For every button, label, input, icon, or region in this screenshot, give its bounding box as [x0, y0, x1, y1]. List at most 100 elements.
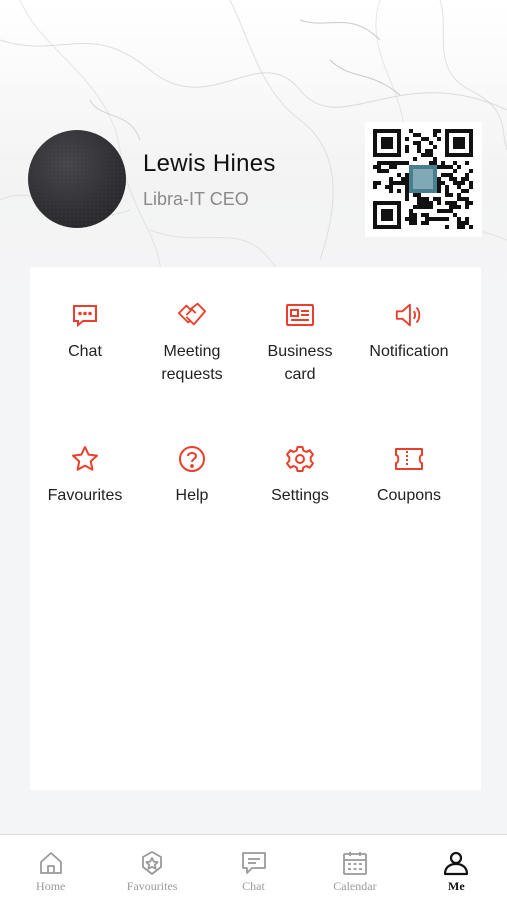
tab-calendar[interactable]: Calendar: [304, 835, 405, 900]
qr-module: [429, 161, 433, 165]
qr-module: [373, 181, 377, 185]
qr-module: [421, 201, 425, 205]
qr-module: [381, 161, 385, 165]
qr-module: [417, 197, 421, 201]
qr-module: [437, 217, 441, 221]
tab-home[interactable]: Home: [0, 835, 101, 900]
qr-module: [417, 141, 421, 145]
ticket-icon: [394, 444, 424, 474]
qr-module: [461, 177, 465, 181]
calendar-icon: [341, 849, 369, 877]
qr-module: [445, 193, 449, 197]
qr-module: [469, 201, 473, 205]
qr-module: [377, 165, 381, 169]
qr-module: [425, 221, 429, 225]
tab-favourites[interactable]: Favourites: [101, 835, 202, 900]
qr-module: [441, 181, 445, 185]
menu-item-settings[interactable]: Settings: [245, 444, 355, 507]
qr-module: [429, 217, 433, 221]
qr-module: [437, 165, 441, 169]
qr-module: [413, 221, 417, 225]
qr-module: [445, 209, 449, 213]
qr-module: [437, 181, 441, 185]
qr-module: [433, 217, 437, 221]
qr-module: [409, 209, 413, 213]
qr-module: [377, 169, 381, 173]
qr-module: [385, 161, 389, 165]
qr-module: [469, 181, 473, 185]
qr-module: [385, 185, 389, 189]
qr-module: [401, 161, 405, 165]
avatar[interactable]: [28, 130, 126, 228]
tab-chat[interactable]: Chat: [203, 835, 304, 900]
tab-label: Calendar: [333, 879, 377, 893]
qr-module: [449, 205, 453, 209]
qr-module: [373, 185, 377, 189]
qr-module: [433, 161, 437, 165]
tab-label: Home: [36, 879, 66, 893]
qr-module: [417, 205, 421, 209]
qr-module: [405, 137, 409, 141]
qr-module: [417, 145, 421, 149]
qr-module: [445, 201, 449, 205]
qr-module: [437, 197, 441, 201]
qr-module: [425, 217, 429, 221]
speaker-icon: [394, 300, 424, 330]
qr-module: [425, 197, 429, 201]
menu-item-meeting-requests[interactable]: Meeting requests: [137, 300, 247, 386]
menu-item-coupons[interactable]: Coupons: [354, 444, 464, 507]
chat-icon: [70, 300, 100, 330]
qr-module: [405, 197, 409, 201]
qr-module: [461, 225, 465, 229]
tab-label: Favourites: [126, 879, 178, 893]
qr-module: [441, 161, 445, 165]
menu-item-label: Notification: [369, 343, 449, 360]
qr-module: [449, 177, 453, 181]
qr-module: [457, 221, 461, 225]
qr-module: [445, 217, 449, 221]
help-icon: [177, 444, 207, 474]
menu-item-help[interactable]: Help: [137, 444, 247, 507]
qr-module: [449, 201, 453, 205]
tab-label: Me: [448, 879, 465, 893]
qr-module: [453, 205, 457, 209]
qr-module: [437, 137, 441, 141]
qr-module: [409, 217, 413, 221]
qr-module: [465, 205, 469, 209]
qr-module: [401, 177, 405, 181]
qr-module: [417, 201, 421, 205]
business-card-icon: [285, 300, 315, 330]
menu-item-favourites[interactable]: Favourites: [30, 444, 140, 507]
qr-module: [413, 157, 417, 161]
qr-module: [433, 157, 437, 161]
qr-module: [441, 217, 445, 221]
qr-module: [417, 133, 421, 137]
qr-module: [465, 221, 469, 225]
qr-module: [433, 129, 437, 133]
qr-module: [453, 161, 457, 165]
menu-item-business-card[interactable]: Business card: [245, 300, 355, 386]
qr-module: [389, 161, 393, 165]
tab-me[interactable]: Me: [406, 835, 507, 900]
qr-module: [397, 173, 401, 177]
qr-module: [429, 153, 433, 157]
qr-module: [453, 201, 457, 205]
qr-module: [445, 185, 449, 189]
qr-module: [433, 197, 437, 201]
qr-finder: [453, 137, 465, 149]
qr-module: [397, 189, 401, 193]
menu-item-notification[interactable]: Notification: [354, 300, 464, 363]
qr-module: [461, 189, 465, 193]
qr-module: [377, 181, 381, 185]
qr-code[interactable]: [365, 122, 482, 237]
profile-title: Libra-IT CEO: [143, 189, 249, 209]
menu-item-chat[interactable]: Chat: [30, 300, 140, 363]
qr-module: [449, 193, 453, 197]
qr-module: [405, 185, 409, 189]
qr-module: [453, 177, 457, 181]
qr-module: [457, 185, 461, 189]
qr-module: [425, 201, 429, 205]
profile-name: Lewis Hines: [143, 150, 276, 177]
qr-module: [425, 205, 429, 209]
qr-module: [413, 217, 417, 221]
